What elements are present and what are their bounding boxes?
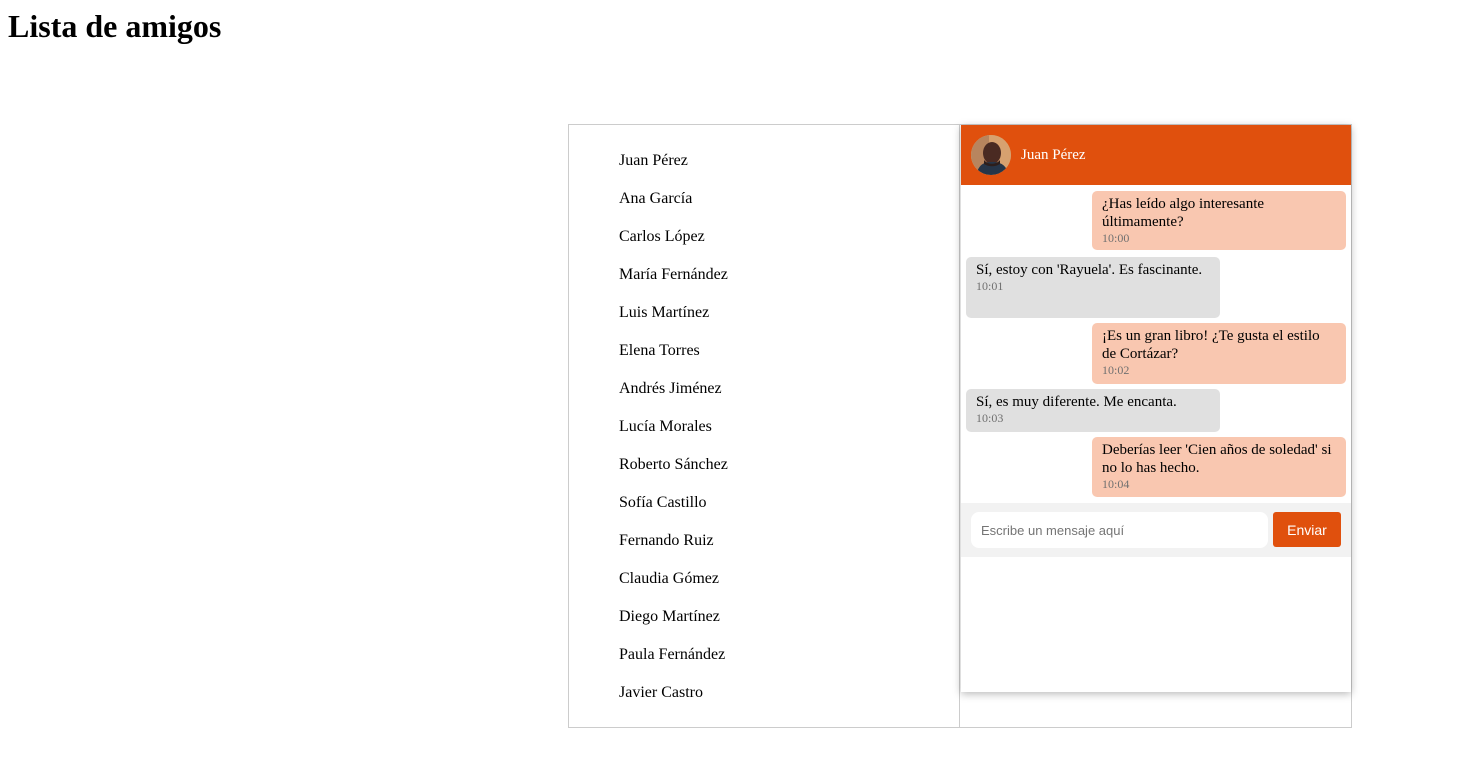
friend-item-roberto-sanchez[interactable]: Roberto Sánchez — [619, 455, 728, 475]
friend-item-carlos-lopez[interactable]: Carlos López — [619, 227, 705, 247]
friend-item-maria-fernandez[interactable]: María Fernández — [619, 265, 728, 285]
message-text: ¡Es un gran libro! ¿Te gusta el estilo d… — [1102, 328, 1320, 362]
sent-message: ¡Es un gran libro! ¿Te gusta el estilo d… — [1092, 323, 1346, 384]
friend-item-claudia-gomez[interactable]: Claudia Gómez — [619, 569, 719, 589]
chat-header: Juan Pérez — [961, 125, 1351, 185]
friend-item-luis-martinez[interactable]: Luis Martínez — [619, 303, 709, 323]
user-avatar-icon — [971, 135, 1011, 175]
friend-item-sofia-castillo[interactable]: Sofía Castillo — [619, 493, 707, 513]
friends-chat-container: Juan Pérez Ana García Carlos López María… — [568, 124, 1352, 728]
sent-message: Deberías leer 'Cien años de soledad' si … — [1092, 437, 1346, 497]
friend-item-andres-jimenez[interactable]: Andrés Jiménez — [619, 379, 722, 399]
message-input[interactable] — [971, 512, 1268, 548]
message-input-bar: Enviar — [961, 503, 1351, 557]
friend-item-juan-perez[interactable]: Juan Pérez — [619, 151, 688, 171]
friend-item-ana-garcia[interactable]: Ana García — [619, 189, 692, 209]
friend-item-elena-torres[interactable]: Elena Torres — [619, 341, 700, 361]
chat-window: Juan Pérez ¿Has leído algo interesante ú… — [961, 125, 1351, 692]
message-text: Sí, estoy con 'Rayuela'. Es fascinante. — [976, 262, 1203, 278]
page-title: Lista de amigos — [8, 8, 222, 44]
friend-item-fernando-ruiz[interactable]: Fernando Ruiz — [619, 531, 714, 551]
message-time: 10:04 — [1102, 477, 1130, 491]
friend-item-paula-fernandez[interactable]: Paula Fernández — [619, 645, 725, 665]
message-text: Deberías leer 'Cien años de soledad' si … — [1102, 442, 1332, 476]
message-time: 10:00 — [1102, 231, 1130, 245]
send-button[interactable]: Enviar — [1273, 512, 1341, 547]
message-time: 10:02 — [1102, 363, 1130, 377]
friend-item-lucia-morales[interactable]: Lucía Morales — [619, 417, 712, 437]
received-message: Sí, es muy diferente. Me encanta. 10:03 — [966, 389, 1220, 432]
message-text: Sí, es muy diferente. Me encanta. — [976, 394, 1177, 410]
message-text: ¿Has leído algo interesante últimamente? — [1102, 196, 1265, 230]
friend-item-diego-martinez[interactable]: Diego Martínez — [619, 607, 720, 627]
received-message: Sí, estoy con 'Rayuela'. Es fascinante. … — [966, 257, 1220, 318]
chat-contact-name: Juan Pérez — [1021, 147, 1086, 163]
message-time: 10:03 — [976, 411, 1004, 425]
friend-list: Juan Pérez Ana García Carlos López María… — [569, 125, 960, 727]
sent-message: ¿Has leído algo interesante últimamente?… — [1092, 191, 1346, 250]
friend-item-javier-castro[interactable]: Javier Castro — [619, 683, 703, 703]
message-time: 10:01 — [976, 279, 1004, 293]
